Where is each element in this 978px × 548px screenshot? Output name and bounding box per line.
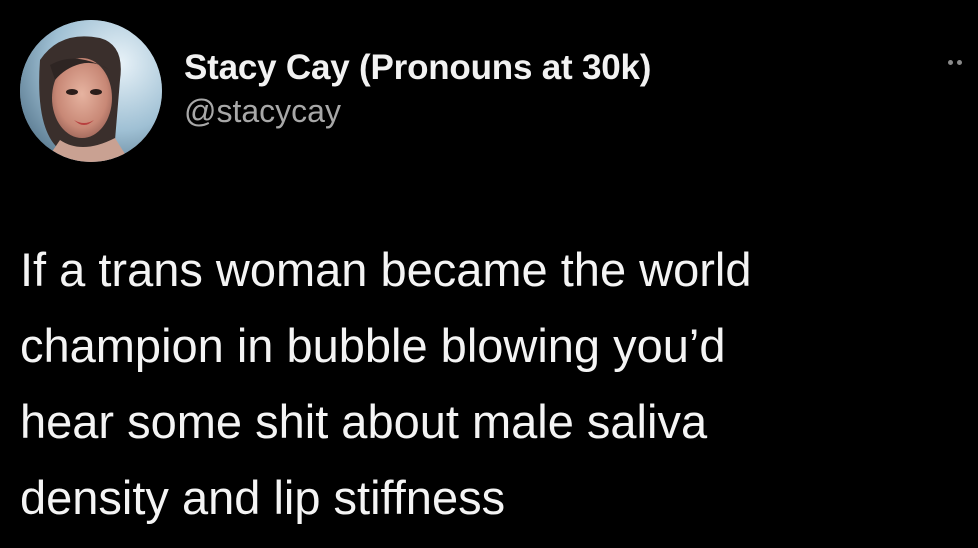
tweet-text-line: hear some shit about male saliva [20, 395, 708, 448]
dot [948, 60, 953, 65]
display-name[interactable]: Stacy Cay (Pronouns at 30k) [184, 48, 651, 88]
tweet-header: Stacy Cay (Pronouns at 30k) @stacycay [184, 48, 651, 130]
tweet-card: Stacy Cay (Pronouns at 30k) @stacycay If… [0, 0, 978, 548]
tweet-text: If a trans woman became the world champi… [20, 232, 970, 536]
avatar[interactable] [20, 20, 162, 162]
profile-photo-icon [20, 20, 162, 162]
user-handle[interactable]: @stacycay [184, 92, 651, 130]
tweet-text-line: density and lip stiffness [20, 471, 506, 524]
tweet-text-line: champion in bubble blowing you’d [20, 319, 726, 372]
dot [957, 60, 962, 65]
more-options-icon[interactable] [948, 60, 962, 65]
tweet-text-line: If a trans woman became the world [20, 243, 752, 296]
